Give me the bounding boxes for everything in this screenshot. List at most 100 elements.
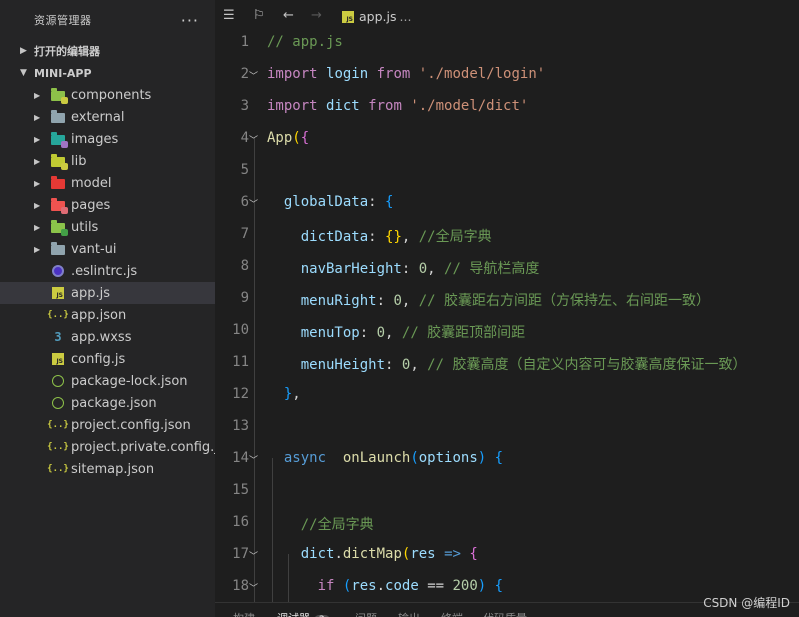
panel-tab[interactable]: 终端 — [441, 610, 463, 617]
panel-tab[interactable]: 调试器2 — [277, 610, 330, 617]
tree-item-label: project.private.config.js... — [71, 439, 215, 455]
open-editors-section[interactable]: ▶ 打开的编辑器 — [0, 40, 215, 62]
tree-item-label: components — [71, 87, 152, 103]
tree-file[interactable]: {..} project.config.json — [0, 414, 215, 436]
line-number: 16 — [232, 514, 249, 530]
code-token: { — [469, 546, 478, 562]
fold-chevron-icon[interactable]: ﹀ — [249, 69, 258, 82]
code-token: , — [401, 293, 419, 309]
tree-file[interactable]: {..} app.json — [0, 304, 215, 326]
folder-icon — [50, 197, 68, 214]
code-token: { — [494, 578, 504, 594]
tree-file[interactable]: package.json — [0, 392, 215, 414]
tree-folder[interactable]: ▶ images — [0, 128, 215, 150]
chevron-right-icon[interactable]: ▶ — [34, 91, 40, 100]
tree-folder[interactable]: ▶ vant-ui — [0, 238, 215, 260]
breadcrumb[interactable]: JS app.js ... — [342, 9, 411, 24]
panel-tab-label: 输出 — [398, 612, 420, 617]
tree-folder[interactable]: ▶ utils — [0, 216, 215, 238]
panel-tab-label: 构建 — [233, 612, 255, 617]
tree-folder[interactable]: ▶ components — [0, 84, 215, 106]
chevron-down-icon: ▼ — [20, 68, 27, 78]
fold-chevron-icon[interactable]: ﹀ — [249, 549, 258, 562]
code-token: import — [267, 98, 318, 114]
code-token: : — [359, 325, 377, 341]
tree-file[interactable]: package-lock.json — [0, 370, 215, 392]
fold-chevron-icon[interactable]: ﹀ — [249, 197, 258, 210]
fold-chevron-icon[interactable]: ﹀ — [249, 453, 258, 466]
tree-file[interactable]: {..}project.private.config.js... — [0, 436, 215, 458]
panel-tab[interactable]: 输出 — [398, 610, 420, 617]
chevron-right-icon[interactable]: ▶ — [34, 201, 40, 210]
chevron-right-icon[interactable]: ▶ — [34, 157, 40, 166]
code-token: // 胶囊距右方间距（方保持左、右间距一致） — [418, 293, 711, 309]
line-number: 8 — [240, 258, 249, 274]
code-token: . — [334, 546, 343, 562]
css-file-icon: 3 — [54, 330, 62, 344]
code-token: options — [418, 450, 478, 466]
code-token: from — [368, 98, 402, 114]
tree-folder[interactable]: ▶ lib — [0, 150, 215, 172]
chevron-right-icon[interactable]: ▶ — [34, 179, 40, 188]
code-editor[interactable]: 1// app.js 2 ﹀ import login from './model/l… — [215, 28, 799, 602]
code-token: 200 — [452, 578, 478, 594]
chevron-right-icon[interactable]: ▶ — [34, 245, 40, 254]
code-token: : — [385, 357, 402, 373]
json-file-icon: {..} — [47, 310, 69, 320]
eslint-icon — [50, 263, 66, 279]
panel-tab-label: 问题 — [355, 612, 377, 617]
project-section[interactable]: ▼ MINI-APP — [0, 62, 215, 84]
tree-file[interactable]: 3 app.wxss — [0, 326, 215, 348]
tree-file[interactable]: JS config.js — [0, 348, 215, 370]
explorer-sidebar: 资源管理器 ··· ▶ 打开的编辑器 ▼ MINI-APP ▶ component… — [0, 0, 215, 617]
code-token: globalData — [283, 194, 369, 210]
tree-folder[interactable]: ▶ pages — [0, 194, 215, 216]
line-number: 1 — [240, 34, 249, 50]
panel-tab-label: 调试器 — [277, 612, 310, 617]
fold-chevron-icon[interactable]: ﹀ — [249, 133, 258, 146]
code-token: {} — [385, 229, 402, 245]
json-file-icon: {..} — [47, 464, 69, 474]
code-token: async — [283, 450, 327, 466]
code-line: if (res.code == 200) { — [267, 578, 504, 594]
tree-folder[interactable]: ▶ external — [0, 106, 215, 128]
code-token: menuRight — [300, 293, 377, 309]
fold-chevron-icon[interactable]: ﹀ — [249, 581, 258, 594]
chevron-right-icon[interactable]: ▶ — [34, 135, 40, 144]
js-file-icon: JS — [342, 10, 354, 23]
list-icon[interactable]: ☰ — [223, 8, 235, 23]
code-token: , — [401, 229, 419, 245]
code-token: ) — [477, 578, 487, 594]
back-arrow-icon[interactable]: ← — [283, 8, 294, 23]
tree-folder[interactable]: ▶ model — [0, 172, 215, 194]
chevron-right-icon[interactable]: ▶ — [34, 113, 40, 122]
bookmark-icon[interactable]: ⚐ — [253, 8, 265, 23]
chevron-right-icon: ▶ — [20, 46, 27, 56]
line-number: 15 — [232, 482, 249, 498]
panel-tab[interactable]: 构建 — [233, 610, 255, 617]
forward-arrow-icon[interactable]: → — [311, 8, 322, 23]
tree-file[interactable]: {..} sitemap.json — [0, 458, 215, 480]
tree-item-label: project.config.json — [71, 417, 191, 433]
chevron-right-icon[interactable]: ▶ — [34, 223, 40, 232]
breadcrumb-file: app.js — [359, 9, 397, 24]
panel-tab[interactable]: 问题 — [355, 610, 377, 617]
code-token: menuHeight — [300, 357, 386, 373]
tree-file[interactable]: .eslintrc.js — [0, 260, 215, 282]
more-actions-icon[interactable]: ··· — [181, 11, 199, 30]
npm-package-icon — [50, 395, 66, 411]
panel-tab[interactable]: 代码质量 — [483, 610, 527, 617]
code-token: : — [368, 194, 386, 210]
editor-area: ☰ ⚐ ← → JS app.js ... 1// app.js 2 ﹀ import… — [215, 0, 799, 617]
tree-file[interactable]: JS app.js — [0, 282, 215, 304]
tree-item-label: model — [71, 175, 112, 191]
